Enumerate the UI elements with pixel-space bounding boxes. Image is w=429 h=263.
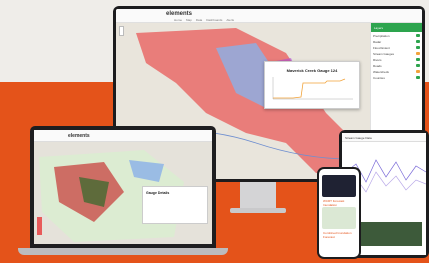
main-nav: Home Map Data Dashboards Alerts <box>174 18 234 22</box>
toggle-switch <box>416 52 420 55</box>
layer-item[interactable]: Radar <box>373 40 420 44</box>
gauge-popup: Gauge Details <box>142 186 208 224</box>
laptop-base <box>18 248 228 255</box>
app-logo[interactable]: elements <box>166 11 192 17</box>
legend-bar <box>37 217 42 235</box>
layer-item[interactable]: Counties <box>373 76 420 80</box>
toggle-switch <box>416 40 420 43</box>
toggle-switch <box>416 70 420 73</box>
card-label[interactable]: Combined Inundation Forecast <box>323 231 359 239</box>
gauge-chart <box>272 77 353 100</box>
tablet-header: Stream Gauge Data <box>342 133 426 142</box>
panel-header: Layers <box>371 23 422 32</box>
nav-item-home[interactable]: Home <box>174 18 182 22</box>
map-preview-card[interactable] <box>322 175 356 197</box>
app-header: elements <box>34 130 212 142</box>
nav-item-data[interactable]: Data <box>196 18 202 22</box>
laptop-screen: elements Gauge Details <box>34 130 212 244</box>
popup-title: Gauge Details <box>146 191 170 195</box>
nav-item-map[interactable]: Map <box>186 18 192 22</box>
layer-item[interactable]: Stream Gauges <box>373 52 420 56</box>
nav-item-alerts[interactable]: Alerts <box>226 18 234 22</box>
phone-screen: WCRT Forecast Inundation Combined Inunda… <box>319 169 359 257</box>
layer-item[interactable]: Flood Extent <box>373 46 420 50</box>
monitor-stand-base <box>230 208 286 213</box>
toggle-switch <box>416 34 420 37</box>
gauge-popup: Maverick Creek Gauge 124 <box>264 61 360 109</box>
smartphone: WCRT Forecast Inundation Combined Inunda… <box>317 167 361 259</box>
toggle-switch <box>416 64 420 67</box>
zoom-control[interactable] <box>119 26 124 36</box>
layer-item[interactable]: Roads <box>373 64 420 68</box>
card-label[interactable]: WCRT Forecast Inundation <box>323 199 359 207</box>
monitor-stand <box>240 182 276 210</box>
app-logo[interactable]: elements <box>68 133 90 139</box>
laptop: elements Gauge Details <box>30 126 216 248</box>
toggle-switch <box>416 76 420 79</box>
toggle-switch <box>416 46 420 49</box>
inundation-card[interactable] <box>322 207 356 229</box>
nav-item-dashboards[interactable]: Dashboards <box>206 18 222 22</box>
app-header: elements Home Map Data Dashboards Alerts <box>116 9 422 23</box>
toggle-switch <box>416 58 420 61</box>
gauge-series-line <box>273 78 346 99</box>
layer-item[interactable]: Precipitation <box>373 34 420 38</box>
layer-item[interactable]: Watersheds <box>373 70 420 74</box>
layer-item[interactable]: Rivers <box>373 58 420 62</box>
